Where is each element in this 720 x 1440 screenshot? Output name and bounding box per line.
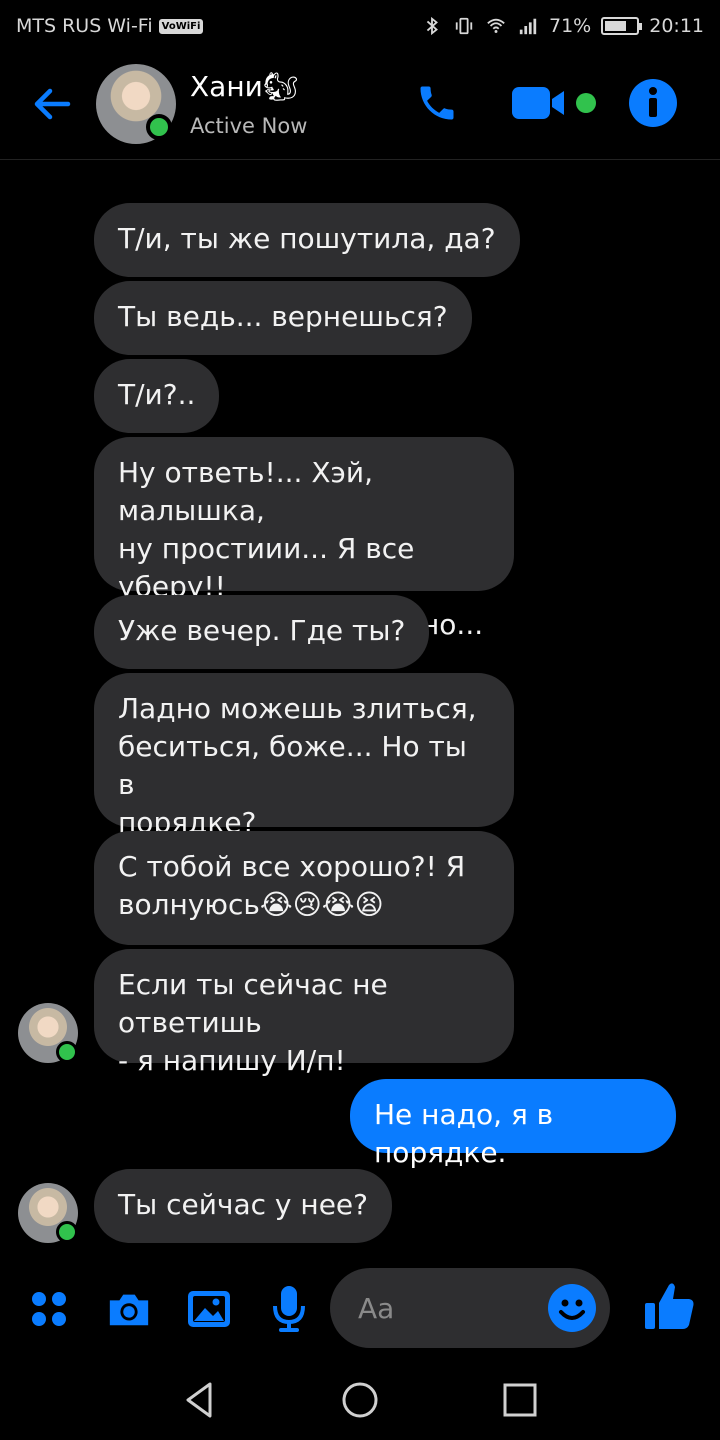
message-incoming[interactable]: Если ты сейчас не ответишь - я напишу И/… — [94, 949, 514, 1077]
nav-home-icon[interactable] — [338, 1378, 382, 1422]
input-placeholder: Aa — [358, 1292, 395, 1325]
status-left: MTS RUS Wi-Fi VoWiFi — [16, 15, 204, 37]
info-icon — [629, 79, 677, 127]
carrier-label: MTS RUS Wi-Fi — [16, 15, 153, 37]
gallery-button[interactable] — [186, 1286, 232, 1332]
camera-icon — [109, 1294, 149, 1326]
battery-fill — [605, 21, 627, 31]
message-incoming[interactable]: Ладно можешь злиться, беситься, боже... … — [94, 673, 514, 839]
chat-header: Хани🐿 Active Now — [0, 52, 720, 160]
back-arrow-icon[interactable] — [28, 80, 76, 128]
online-indicator — [56, 1041, 78, 1063]
message-input[interactable]: Aa — [330, 1268, 610, 1348]
like-button[interactable] — [642, 1278, 698, 1334]
apps-button[interactable] — [26, 1286, 72, 1332]
online-indicator — [56, 1221, 78, 1243]
nav-recents-icon[interactable] — [498, 1378, 542, 1422]
nav-back-icon[interactable] — [178, 1378, 222, 1422]
message-incoming[interactable]: Т/и, ты же пошутила, да? — [94, 203, 520, 277]
message-incoming[interactable]: С тобой все хорошо?! Я волнуюсь😭😢😭😫 — [94, 831, 514, 945]
contact-status: Active Now — [190, 114, 308, 138]
info-button[interactable] — [626, 76, 680, 130]
composer: Aa — [0, 1266, 720, 1352]
online-indicator — [146, 114, 172, 140]
status-right: 71% 20:11 — [421, 15, 704, 37]
image-icon — [188, 1291, 230, 1327]
video-camera-icon — [512, 87, 596, 119]
video-call-button[interactable] — [508, 76, 604, 130]
message-incoming[interactable]: Ты ведь... вернешься? — [94, 281, 472, 355]
voice-button[interactable] — [266, 1286, 312, 1332]
system-nav-bar — [0, 1360, 720, 1440]
phone-icon — [420, 86, 454, 120]
message-incoming[interactable]: Ну ответь!... Хэй, малышка, ну простиии.… — [94, 437, 514, 641]
status-bar: MTS RUS Wi-Fi VoWiFi 71% 20:11 — [0, 0, 720, 52]
contact-name[interactable]: Хани🐿 — [190, 70, 298, 103]
message-incoming[interactable]: Уже вечер. Где ты? — [94, 595, 430, 669]
vowifi-badge: VoWiFi — [158, 18, 204, 34]
clock: 20:11 — [649, 15, 704, 37]
vibrate-icon — [455, 17, 473, 35]
battery-percent: 71% — [549, 15, 592, 37]
message-outgoing[interactable]: Не надо, я в порядке. — [350, 1079, 676, 1169]
wifi-icon — [487, 18, 505, 33]
emoji-button[interactable] — [548, 1284, 596, 1332]
battery-icon — [601, 17, 643, 35]
bluetooth-icon — [426, 16, 438, 36]
thumbs-up-icon — [645, 1283, 694, 1329]
camera-button[interactable] — [106, 1286, 152, 1332]
microphone-icon — [273, 1286, 305, 1332]
emoji-icon — [559, 1299, 585, 1320]
signal-icon — [519, 18, 537, 35]
apps-icon — [32, 1292, 66, 1326]
message-incoming[interactable]: Т/и?.. — [94, 359, 220, 433]
call-button[interactable] — [410, 76, 464, 130]
message-incoming[interactable]: Ты сейчас у нее? — [94, 1169, 393, 1243]
